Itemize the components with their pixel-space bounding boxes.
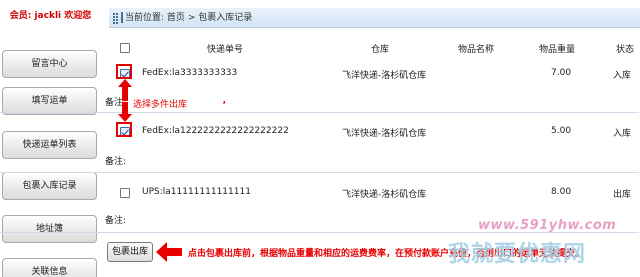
- row-status: 入库: [613, 129, 632, 139]
- welcome-suffix: 欢迎您: [64, 11, 92, 21]
- sidebar-item-fill-waybill[interactable]: 填写运单: [2, 87, 97, 115]
- row-note: 备注:: [105, 213, 305, 226]
- row-note-label: 备注:: [105, 157, 127, 167]
- sidebar: 会员: jackli 欢迎您 留言中心 填写运单 快递运单列表 包裹入库记录 地…: [0, 0, 101, 277]
- welcome-prefix: 会员:: [9, 11, 32, 21]
- table-row: FedEx:la1222222222222222222 飞洋快递-洛杉矶仓库 5…: [109, 124, 640, 140]
- sidebar-item-waybill-list[interactable]: 快递运单列表: [2, 131, 97, 159]
- row-divider: [0, 172, 639, 173]
- row-weight: 5.00: [551, 126, 572, 136]
- row-warehouse: 飞洋快递-洛杉矶仓库: [342, 129, 427, 139]
- up-arrow-icon: [118, 79, 132, 101]
- select-multiple-hint: 选择多件出库: [133, 100, 188, 110]
- row-status: 出库: [613, 190, 632, 200]
- welcome-message: 会员: jackli 欢迎您: [0, 8, 101, 21]
- row-weight: 7.00: [551, 68, 572, 78]
- sidebar-item-message-center[interactable]: 留言中心: [2, 50, 97, 78]
- table-row: FedEx:la3333333333 飞洋快递-洛杉矶仓库 7.00 入库: [109, 66, 640, 82]
- breadcrumb-prefix: 当前位置:: [125, 13, 165, 23]
- breadcrumb-separator: >: [187, 13, 196, 23]
- breadcrumb-text: 当前位置: 首页 > 包裹入库记录: [125, 8, 252, 28]
- highlight-box: [116, 122, 132, 137]
- down-arrow-icon: [118, 102, 132, 122]
- sidebar-item-package-inbound-records[interactable]: 包裹入库记录: [2, 172, 97, 200]
- header-item-name: 物品名称: [458, 45, 495, 55]
- header-weight: 物品重量: [539, 45, 576, 55]
- row-warehouse: 飞洋快递-洛杉矶仓库: [342, 71, 427, 81]
- row-tracking: UPS:la11111111111111: [142, 187, 251, 197]
- sidebar-item-related-info[interactable]: 关联信息: [2, 258, 97, 277]
- row-weight: 8.00: [551, 187, 572, 197]
- row-tracking: FedEx:la3333333333: [142, 68, 238, 78]
- row-checkbox[interactable]: [120, 188, 130, 198]
- watermark-url: www.591yhw.com: [478, 218, 617, 233]
- welcome-username: jackli: [34, 11, 62, 21]
- sidebar-item-address-book[interactable]: 地址簿: [2, 215, 97, 243]
- row-note: 备注:: [105, 154, 305, 167]
- select-all-checkbox[interactable]: [120, 43, 130, 53]
- package-outbound-button[interactable]: 包裹出库: [107, 242, 153, 262]
- breadcrumb-current: 包裹入库记录: [198, 13, 253, 23]
- hint-comma: ，: [222, 96, 232, 106]
- table-header: 快递单号 仓库 物品名称 物品重量 状态: [109, 38, 640, 56]
- watermark-brand: 我就要优惠网: [448, 242, 587, 267]
- row-tracking: FedEx:la1222222222222222222: [142, 126, 289, 136]
- breadcrumb: 当前位置: 首页 > 包裹入库记录: [109, 8, 640, 28]
- table-row: UPS:la11111111111111 飞洋快递-洛杉矶仓库 8.00 出库: [109, 185, 640, 201]
- row-divider: [0, 112, 639, 113]
- breadcrumb-home-link[interactable]: 首页: [167, 13, 185, 23]
- highlight-box: [116, 64, 132, 79]
- header-tracking: 快递单号: [207, 45, 244, 55]
- header-warehouse: 仓库: [371, 45, 390, 55]
- row-note-label: 备注:: [105, 216, 127, 226]
- row-status: 入库: [613, 71, 632, 81]
- location-grid-icon: [113, 12, 123, 24]
- row-warehouse: 飞洋快递-洛杉矶仓库: [342, 190, 427, 200]
- left-arrow-icon: [156, 242, 182, 262]
- header-status: 状态: [616, 45, 635, 55]
